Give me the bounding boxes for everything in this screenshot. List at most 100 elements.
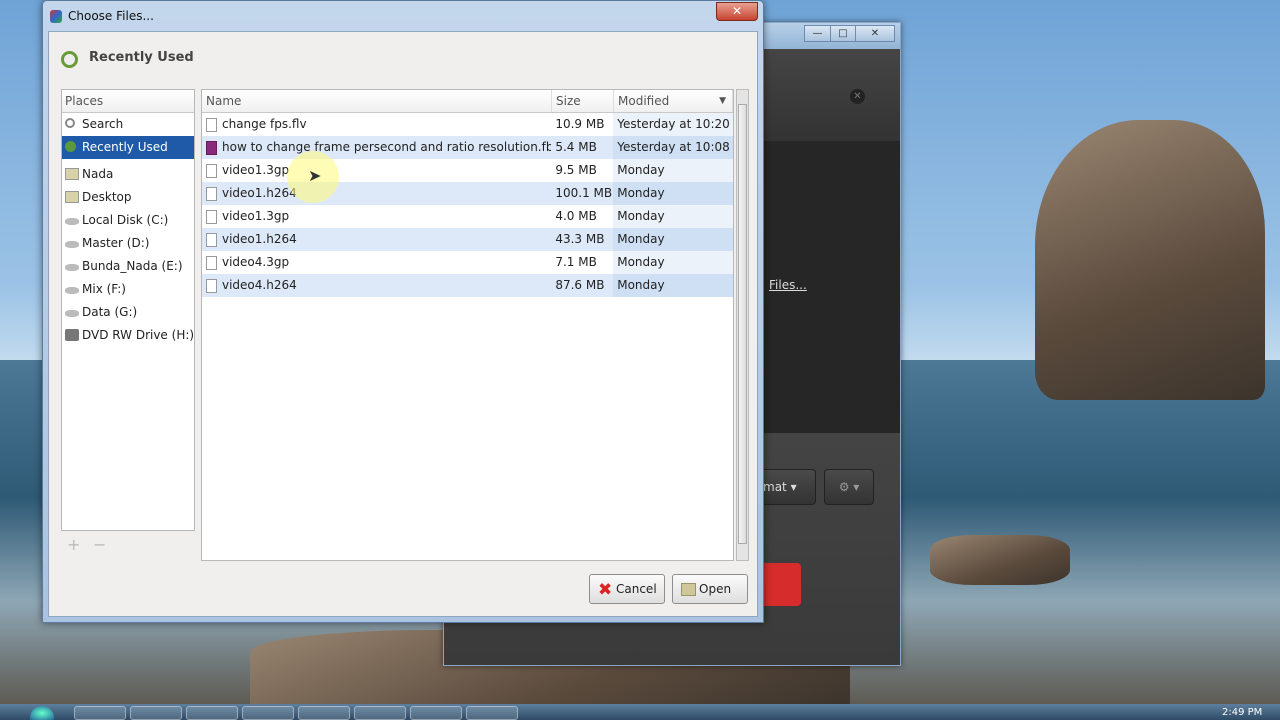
gear-icon: ⚙ bbox=[838, 480, 850, 494]
settings-button[interactable]: ⚙ ▾ bbox=[824, 469, 874, 505]
sidebar-item[interactable]: Master (D:) bbox=[62, 232, 194, 255]
dvd-icon bbox=[65, 329, 79, 341]
file-size: 100.1 MB bbox=[555, 186, 613, 200]
file-size: 7.1 MB bbox=[555, 255, 597, 269]
column-modified[interactable]: Modified ▼ bbox=[614, 90, 733, 112]
search-icon bbox=[65, 118, 75, 128]
wallpaper-rock bbox=[1035, 120, 1265, 400]
file-icon bbox=[206, 233, 217, 247]
file-modified: Monday bbox=[613, 228, 733, 251]
file-icon bbox=[206, 187, 217, 201]
file-row[interactable]: video1.h264 100.1 MB Monday bbox=[202, 182, 733, 205]
file-row[interactable]: video1.h264 43.3 MB Monday bbox=[202, 228, 733, 251]
column-size[interactable]: Size bbox=[552, 90, 614, 112]
minimize-button[interactable]: — bbox=[804, 25, 831, 42]
file-modified: Yesterday at 10:20 bbox=[613, 113, 733, 136]
close-button[interactable]: ✕ bbox=[855, 25, 895, 42]
taskbar-app[interactable] bbox=[298, 706, 350, 720]
file-list-scrollbar[interactable] bbox=[736, 89, 749, 561]
sidebar-item-label: Desktop bbox=[82, 190, 132, 204]
dialog-title: Choose Files... bbox=[68, 9, 154, 23]
sidebar-item-label: Recently Used bbox=[82, 140, 168, 154]
sidebar-item[interactable]: Bunda_Nada (E:) bbox=[62, 255, 194, 278]
file-modified: Monday bbox=[613, 251, 733, 274]
sidebar-item-label: Mix (F:) bbox=[82, 282, 126, 296]
file-name: video1.3gp bbox=[202, 159, 551, 182]
file-size: 87.6 MB bbox=[555, 278, 605, 292]
sidebar-item[interactable]: DVD RW Drive (H:) bbox=[62, 324, 194, 347]
sidebar-item[interactable]: Recently Used bbox=[62, 136, 194, 159]
file-name: video1.h264 bbox=[202, 182, 551, 205]
file-size: 10.9 MB bbox=[555, 117, 605, 131]
sidebar-item[interactable]: Local Disk (C:) bbox=[62, 209, 194, 232]
file-size: 9.5 MB bbox=[555, 163, 597, 177]
file-size: 5.4 MB bbox=[555, 140, 597, 154]
file-name: change fps.flv bbox=[202, 113, 551, 136]
file-modified: Monday bbox=[613, 159, 733, 182]
taskbar-app[interactable] bbox=[354, 706, 406, 720]
scrollbar-thumb[interactable] bbox=[738, 104, 747, 544]
file-list: Name Size Modified ▼ change fps.flv 10.9 M… bbox=[201, 89, 734, 561]
column-name[interactable]: Name bbox=[202, 90, 552, 112]
add-files-link[interactable]: Files... bbox=[769, 278, 807, 292]
file-row[interactable]: video1.3gp 4.0 MB Monday bbox=[202, 205, 733, 228]
remove-bookmark-button[interactable]: − bbox=[93, 535, 106, 554]
file-icon bbox=[206, 279, 217, 293]
file-name: video1.3gp bbox=[202, 205, 551, 228]
sidebar-item-label: DVD RW Drive (H:) bbox=[82, 328, 195, 342]
choose-files-dialog: Choose Files... ✕ Recently Used Places S… bbox=[42, 0, 764, 623]
close-button[interactable]: ✕ bbox=[716, 2, 758, 21]
cancel-button[interactable]: ✖ Cancel bbox=[589, 574, 665, 604]
file-icon bbox=[206, 256, 217, 270]
taskbar-app[interactable] bbox=[410, 706, 462, 720]
places-pane: Places Search Recently Used Nada Desktop Loc… bbox=[61, 89, 195, 531]
recently-used-icon bbox=[61, 51, 78, 68]
location-header: Recently Used bbox=[89, 50, 194, 65]
file-name: video1.h264 bbox=[202, 228, 551, 251]
dialog-body: Recently Used Places Search Recently Used… bbox=[48, 31, 758, 617]
file-list-header: Name Size Modified ▼ bbox=[202, 90, 733, 113]
file-icon bbox=[206, 164, 217, 178]
file-row[interactable]: video4.h264 87.6 MB Monday bbox=[202, 274, 733, 297]
folder-icon bbox=[65, 191, 79, 203]
file-icon bbox=[206, 210, 217, 224]
sidebar-item-label: Bunda_Nada (E:) bbox=[82, 259, 183, 273]
sidebar-item-label: Nada bbox=[82, 167, 114, 181]
taskbar-app[interactable] bbox=[242, 706, 294, 720]
taskbar-clock[interactable]: 2:49 PM bbox=[1222, 707, 1262, 718]
sidebar-item[interactable]: Desktop bbox=[62, 186, 194, 209]
file-row[interactable]: how to change frame persecond and ratio … bbox=[202, 136, 733, 159]
folder-icon bbox=[65, 168, 79, 180]
file-size: 4.0 MB bbox=[555, 209, 597, 223]
taskbar-app[interactable] bbox=[186, 706, 238, 720]
sidebar-item-label: Local Disk (C:) bbox=[82, 213, 169, 227]
drive-icon bbox=[65, 264, 79, 271]
sidebar-item[interactable]: Data (G:) bbox=[62, 301, 194, 324]
maximize-button[interactable]: □ bbox=[830, 25, 856, 42]
file-name: how to change frame persecond and ratio … bbox=[202, 136, 551, 159]
sidebar-item[interactable]: Search bbox=[62, 113, 194, 136]
drive-icon bbox=[65, 287, 79, 294]
close-circle-icon[interactable]: ✕ bbox=[850, 89, 865, 104]
file-modified: Monday bbox=[613, 205, 733, 228]
taskbar-app[interactable] bbox=[466, 706, 518, 720]
sidebar-item[interactable]: Mix (F:) bbox=[62, 278, 194, 301]
open-button[interactable]: Open bbox=[672, 574, 748, 604]
file-name: video4.h264 bbox=[202, 274, 551, 297]
file-name: video4.3gp bbox=[202, 251, 551, 274]
sidebar-item-label: Master (D:) bbox=[82, 236, 150, 250]
video-file-icon bbox=[206, 118, 217, 132]
places-header[interactable]: Places bbox=[62, 90, 194, 113]
sidebar-item-label: Search bbox=[82, 117, 124, 131]
file-row[interactable]: video1.3gp 9.5 MB Monday bbox=[202, 159, 733, 182]
taskbar-explorer[interactable] bbox=[130, 706, 182, 720]
taskbar-chrome[interactable] bbox=[74, 706, 126, 720]
file-row[interactable]: change fps.flv 10.9 MB Yesterday at 10:20 bbox=[202, 113, 733, 136]
sidebar-item[interactable]: Nada bbox=[62, 163, 194, 186]
project-file-icon bbox=[206, 141, 217, 155]
file-modified: Monday bbox=[613, 274, 733, 297]
file-row[interactable]: video4.3gp 7.1 MB Monday bbox=[202, 251, 733, 274]
start-button[interactable] bbox=[30, 706, 54, 720]
add-bookmark-button[interactable]: + bbox=[67, 535, 80, 554]
drive-icon bbox=[65, 241, 79, 248]
